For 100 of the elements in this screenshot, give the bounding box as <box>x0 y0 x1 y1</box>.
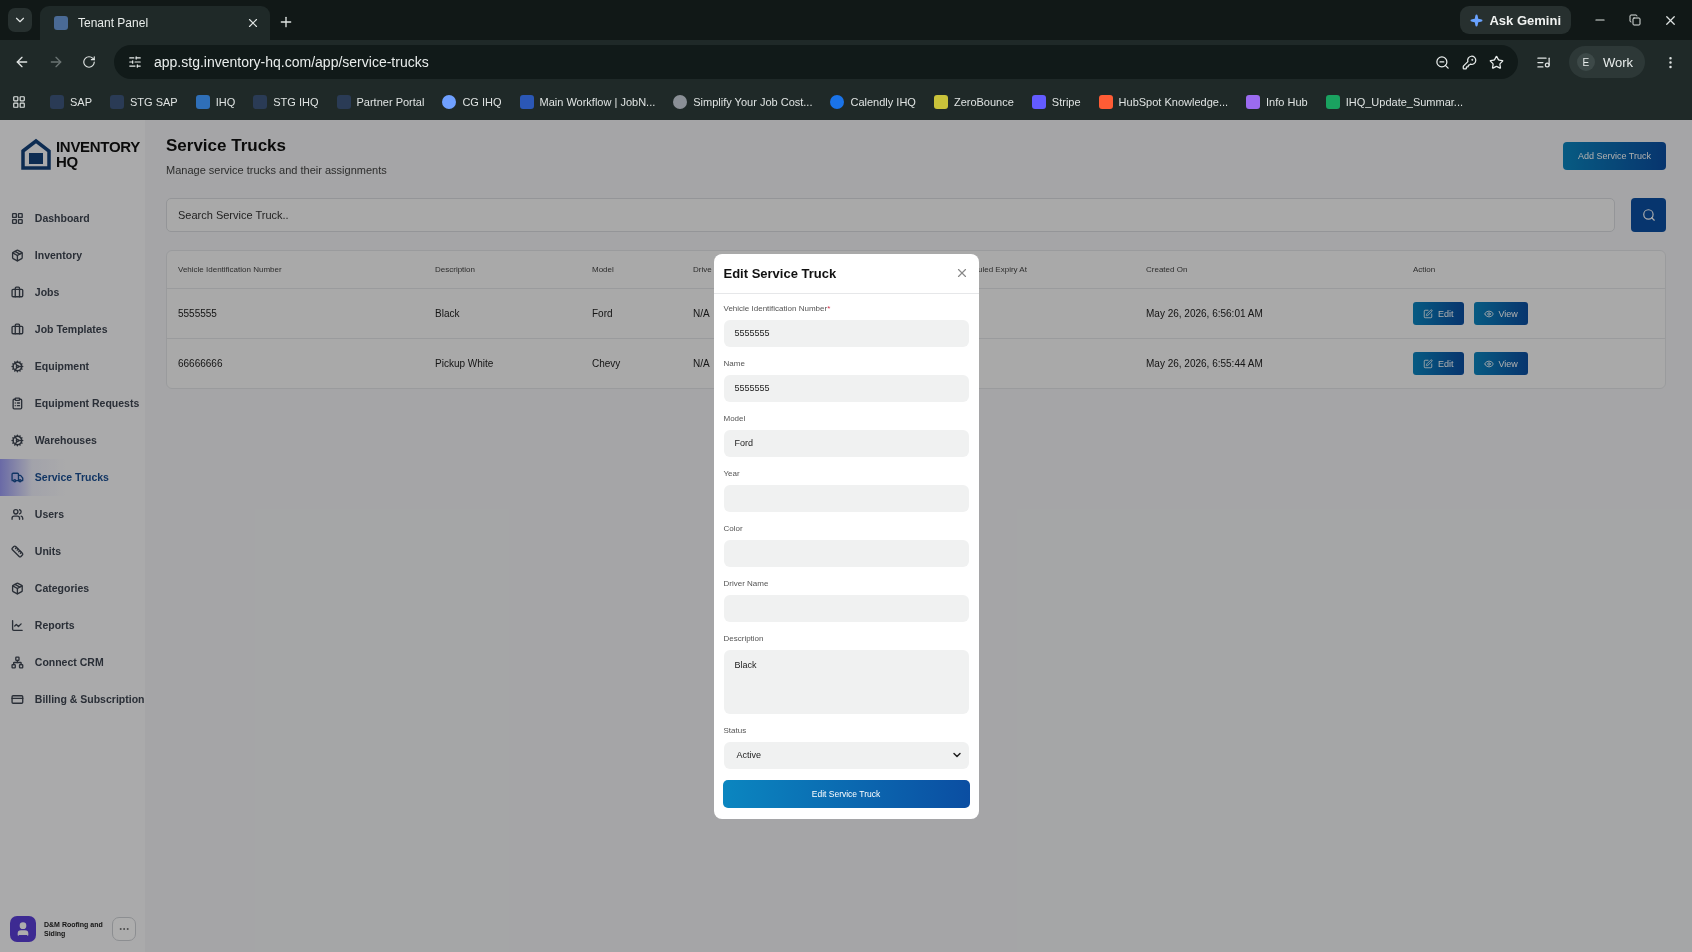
bookmark-link[interactable]: IHQ_Update_Summar... <box>1325 95 1464 109</box>
table-cell: Chevy <box>592 358 621 369</box>
column-header: Created On <box>1146 265 1188 274</box>
favicon-icon <box>195 95 210 109</box>
edit-button[interactable]: Edit <box>1413 302 1464 325</box>
bookmark-link[interactable]: CG IHQ <box>442 95 502 109</box>
field-label: Driver Name <box>723 578 769 588</box>
key-icon[interactable] <box>1461 54 1477 70</box>
table-cell: Pickup White <box>435 358 494 369</box>
gear-icon <box>11 360 24 373</box>
sidebar-item[interactable]: Warehouses <box>0 422 145 459</box>
bookmark-star-icon[interactable] <box>1488 54 1504 70</box>
search-button[interactable] <box>1631 198 1666 232</box>
field-label: Model <box>723 413 746 423</box>
table-cell: Black <box>435 308 460 319</box>
edit-button[interactable]: Edit <box>1413 352 1464 375</box>
sidebar-item[interactable]: Connect CRM <box>0 644 145 681</box>
pencil-icon <box>1423 308 1433 319</box>
add-service-truck-button[interactable]: Add Service Truck <box>1562 142 1666 170</box>
ask-gemini-button[interactable]: Ask Gemini <box>1460 6 1571 34</box>
field-label: Name <box>723 358 745 368</box>
table-cell: N/A <box>693 308 710 319</box>
favicon-icon <box>1031 95 1046 109</box>
sidebar-item[interactable]: Billing & Subscription <box>0 681 145 718</box>
sidebar-item[interactable]: Categories <box>0 570 145 607</box>
sidebar-item[interactable]: Users <box>0 496 145 533</box>
bookmark-link[interactable]: Calendly IHQ <box>830 95 916 109</box>
bookmark-link[interactable]: IHQ <box>195 95 236 109</box>
bookmark-link[interactable]: Partner Portal <box>336 95 425 109</box>
bookmark-link[interactable]: Stripe <box>1031 95 1081 109</box>
avatar-icon <box>10 916 36 942</box>
forward-icon[interactable] <box>48 54 64 70</box>
table-cell: 5555555 <box>178 308 217 319</box>
field-label: Description <box>723 633 764 643</box>
address-bar[interactable]: app.stg.inventory-hq.com/app/service-trucks <box>114 45 1518 79</box>
favicon-icon <box>253 95 268 109</box>
favicon-icon <box>50 95 64 109</box>
input-field[interactable]: 5555555 <box>723 319 969 347</box>
ruler-icon <box>11 545 24 558</box>
bookmark-link[interactable]: ZeroBounce <box>933 95 1014 109</box>
search-icon <box>1641 208 1656 222</box>
network-icon <box>11 656 24 669</box>
dialog-title: Edit Service Truck <box>723 265 837 281</box>
column-header: Model <box>592 265 614 274</box>
sidebar-item[interactable]: Dashboard <box>0 200 145 237</box>
field-label: Status <box>723 725 747 735</box>
status-select[interactable]: Active <box>723 741 969 769</box>
favicon-icon <box>442 95 457 109</box>
truck-icon <box>11 471 24 484</box>
description-field[interactable]: Black <box>723 649 969 714</box>
sidebar-item[interactable]: Units <box>0 533 145 570</box>
input-field[interactable]: Ford <box>723 429 969 457</box>
bookmark-link[interactable]: Info Hub <box>1246 95 1308 109</box>
bookmark-link[interactable]: Simplify Your Job Cost... <box>673 95 813 109</box>
bookmark-link[interactable]: STG SAP <box>110 95 178 109</box>
input-field[interactable]: 5555555 <box>723 374 969 402</box>
card-icon <box>11 693 24 706</box>
bookmark-link[interactable]: Main Workflow | JobN... <box>519 95 656 109</box>
submit-button[interactable]: Edit Service Truck <box>722 779 970 808</box>
table-cell: May 26, 2026, 6:56:01 AM <box>1146 308 1263 319</box>
users-icon <box>11 508 24 521</box>
favicon-icon <box>1246 95 1261 109</box>
sidebar-item[interactable]: Inventory <box>0 237 145 274</box>
briefcase-icon <box>11 323 24 336</box>
box-icon <box>11 249 24 262</box>
favicon-icon <box>933 95 948 109</box>
view-button[interactable]: View <box>1473 302 1528 325</box>
profile-button[interactable]: E Work <box>1568 46 1645 78</box>
bookmark-link[interactable]: HubSpot Knowledge... <box>1098 95 1229 109</box>
favicon-icon <box>1098 95 1113 109</box>
favicon-icon <box>336 95 351 109</box>
field-label: Vehicle Identification Number* <box>723 303 831 313</box>
briefcase-icon <box>11 286 24 299</box>
favicon-icon <box>1325 95 1340 109</box>
reload-icon[interactable] <box>82 55 96 69</box>
favicon-icon <box>54 16 68 30</box>
bookmark-link[interactable]: SAP <box>50 95 92 109</box>
site-settings-icon <box>128 55 142 69</box>
media-icon[interactable] <box>1535 54 1551 70</box>
back-icon[interactable] <box>14 54 30 70</box>
table-cell: May 26, 2026, 6:55:44 AM <box>1146 358 1263 369</box>
search-field[interactable]: Search Service Truck.. <box>166 198 1615 232</box>
pencil-icon <box>1423 358 1433 369</box>
clipboard-icon <box>11 397 24 410</box>
restore-icon[interactable] <box>1629 14 1641 26</box>
apps-icon[interactable] <box>12 95 26 109</box>
new-tab-icon[interactable] <box>278 14 294 30</box>
browser-tab[interactable]: Tenant Panel <box>40 6 270 40</box>
tab-list-button[interactable] <box>8 8 32 32</box>
bookmark-link[interactable]: STG IHQ <box>253 95 319 109</box>
close-icon[interactable] <box>246 16 260 30</box>
zoom-icon[interactable] <box>1434 54 1450 70</box>
sidebar-item[interactable]: Equipment Requests <box>0 385 145 422</box>
sidebar-item[interactable]: Job Templates <box>0 311 145 348</box>
sparkle-icon <box>1470 13 1484 27</box>
sidebar-item[interactable]: Reports <box>0 607 145 644</box>
sidebar-item[interactable]: Jobs <box>0 274 145 311</box>
view-button[interactable]: View <box>1473 352 1528 375</box>
sidebar-item[interactable]: Equipment <box>0 348 145 385</box>
favicon-icon <box>519 95 534 109</box>
